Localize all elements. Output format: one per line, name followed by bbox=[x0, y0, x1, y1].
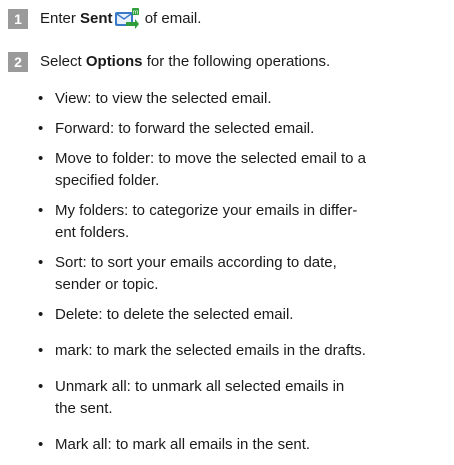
list-item: • View: to view the selected email. bbox=[38, 88, 448, 110]
step-1-prefix: Enter bbox=[40, 10, 81, 27]
step-2-prefix: Select bbox=[40, 53, 86, 70]
list-item-line-2: the sent. bbox=[55, 400, 113, 417]
list-item: • mark: to mark the selected emails in t… bbox=[38, 340, 448, 362]
list-item-line-2: sender or topic. bbox=[55, 276, 159, 293]
list-item: • Forward: to forward the selected email… bbox=[38, 118, 448, 140]
list-item-text: mark: to mark the selected emails in the… bbox=[55, 342, 366, 359]
list-item: • Sort: to sort your emails according to… bbox=[38, 252, 448, 296]
step-number-badge: 2 bbox=[8, 52, 28, 72]
bullet-marker: • bbox=[38, 378, 44, 395]
bullet-marker: • bbox=[38, 90, 44, 107]
list-item: • Mark all: to mark all emails in the se… bbox=[38, 434, 448, 456]
list-item-text: Delete: to delete the selected email. bbox=[55, 306, 294, 323]
list-item-line-1: Move to folder: to move the selected ema… bbox=[55, 150, 366, 167]
step-1: 1 Enter Sent m of email. bbox=[8, 7, 201, 31]
bullet-marker: • bbox=[38, 254, 44, 271]
bullet-marker: • bbox=[38, 120, 44, 137]
list-item-line-1: Unmark all: to unmark all selected email… bbox=[55, 378, 345, 395]
list-item-line-2: ent folders. bbox=[55, 224, 130, 241]
svg-text:m: m bbox=[132, 9, 138, 16]
list-item-line-1: Sort: to sort your emails according to d… bbox=[55, 254, 337, 271]
list-item: • My folders: to categorize your emails … bbox=[38, 200, 448, 244]
list-item: • Unmark all: to unmark all selected ema… bbox=[38, 376, 448, 420]
sent-label: Sent bbox=[80, 10, 113, 27]
list-item: • Delete: to delete the selected email. bbox=[38, 304, 448, 326]
bullet-marker: • bbox=[38, 202, 44, 219]
bullet-marker: • bbox=[38, 306, 44, 323]
list-item: • Move to folder: to move the selected e… bbox=[38, 148, 448, 192]
list-item-text: Forward: to forward the selected email. bbox=[55, 120, 315, 137]
step-number-badge: 1 bbox=[8, 9, 28, 29]
bullet-marker: • bbox=[38, 150, 44, 167]
step-2: 2 Select Options for the following opera… bbox=[8, 52, 330, 72]
sent-mailbox-icon: m bbox=[114, 8, 139, 29]
bullet-marker: • bbox=[38, 436, 44, 453]
list-item-text: Mark all: to mark all emails in the sent… bbox=[55, 436, 311, 453]
options-list: • View: to view the selected email. • Fo… bbox=[38, 88, 448, 464]
step-1-suffix: of email. bbox=[140, 10, 202, 27]
bullet-marker: • bbox=[38, 342, 44, 359]
step-2-suffix: for the following operations. bbox=[142, 53, 331, 70]
options-label: Options bbox=[85, 53, 143, 70]
list-item-line-2: specified folder. bbox=[55, 172, 160, 189]
list-item-line-1: My folders: to categorize your emails in… bbox=[55, 202, 358, 219]
list-item-text: View: to view the selected email. bbox=[55, 90, 272, 107]
